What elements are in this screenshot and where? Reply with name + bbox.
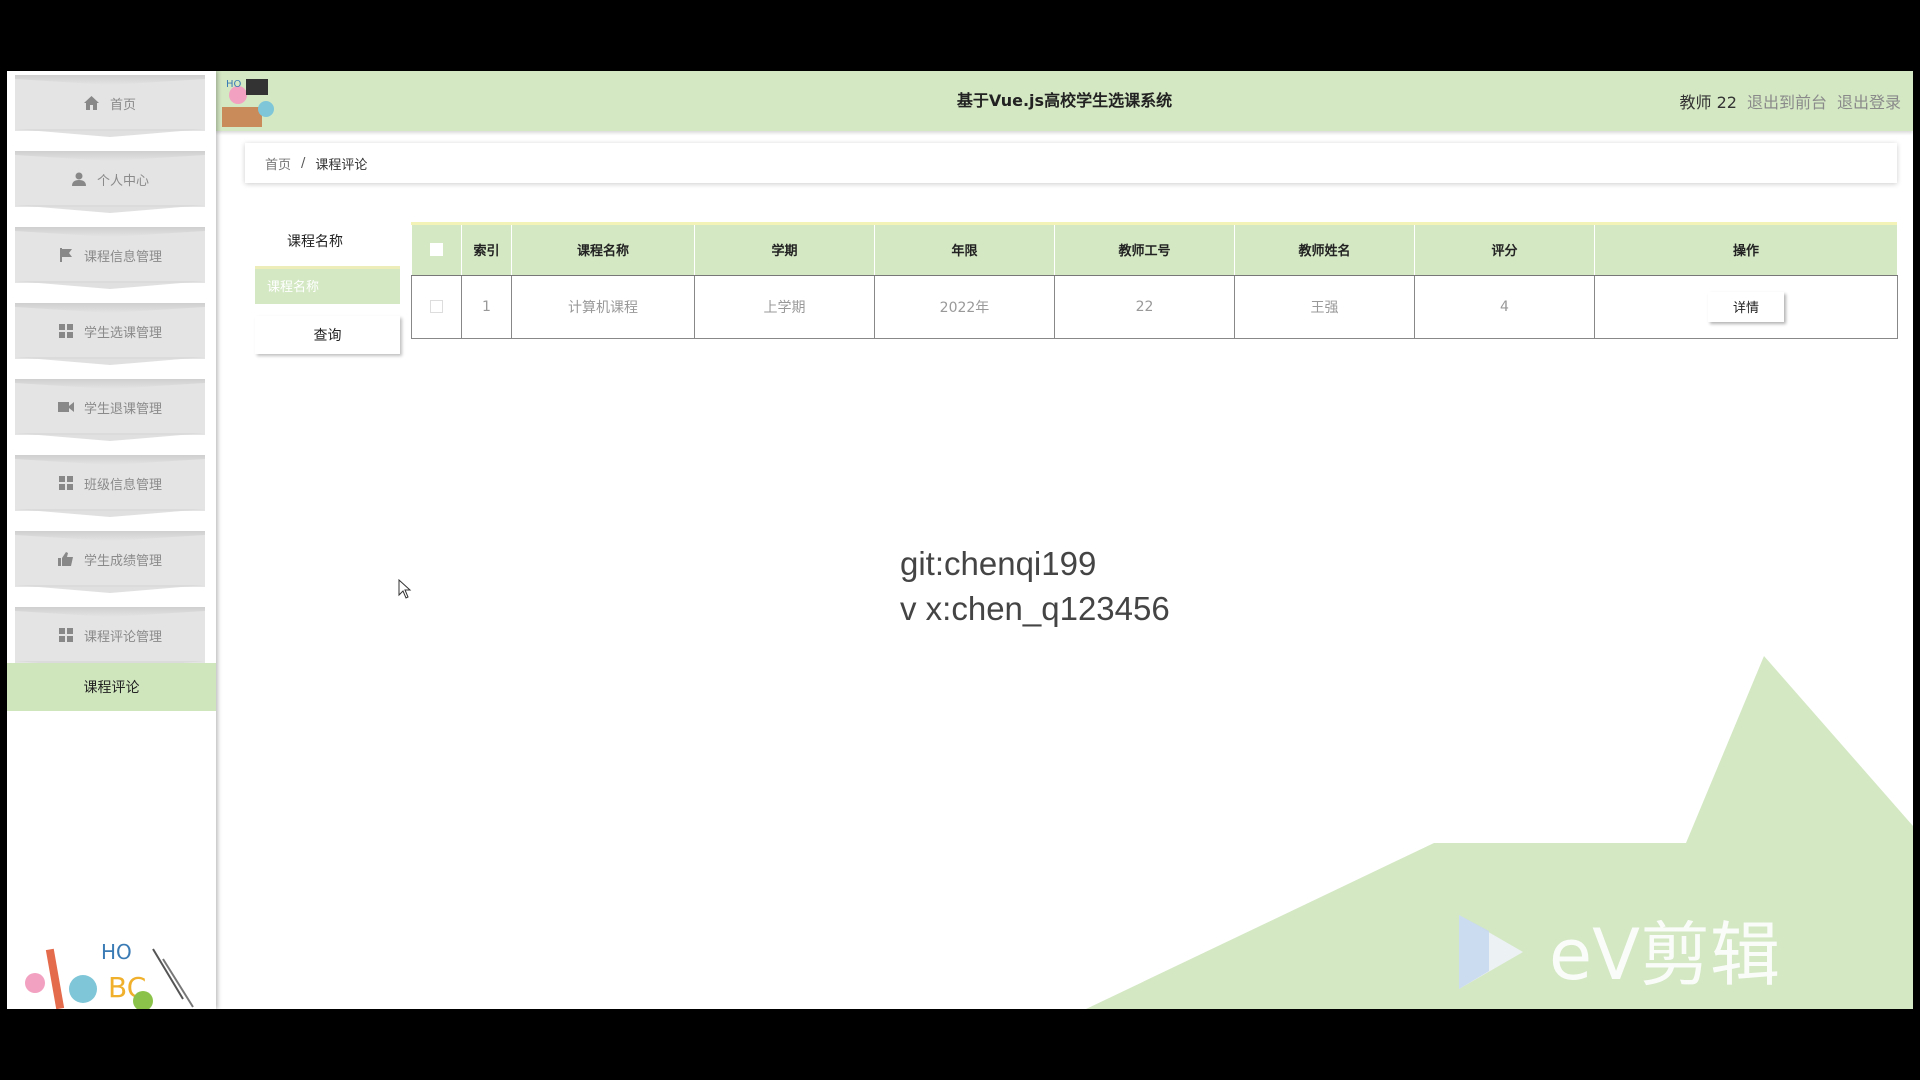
flag-icon [58, 247, 74, 263]
cell-score: 4 [1414, 275, 1595, 339]
grid-icon [58, 627, 74, 643]
back-to-front-link[interactable]: 退出到前台 [1747, 89, 1827, 113]
column-header: 教师姓名 [1234, 225, 1415, 276]
table-row: 1 计算机课程 上学期 2022年 22 王强 4 详情 [411, 275, 1898, 339]
sidebar-illustration: HO BC [25, 940, 194, 1009]
column-header: 课程名称 [511, 225, 695, 276]
sidebar-item-label: 学生退课管理 [83, 401, 162, 417]
sidebar-item-label: 课程信息管理 [83, 249, 162, 265]
sidebar-item-label: 班级信息管理 [83, 477, 162, 493]
sidebar-item-label: 个人中心 [96, 173, 149, 189]
svg-text:HO: HO [101, 940, 132, 964]
search-label: 课程名称 [287, 234, 343, 250]
home-icon [84, 95, 100, 111]
cell-year: 2022年 [874, 275, 1055, 339]
row-select-cell[interactable] [411, 275, 462, 339]
search-button[interactable]: 查询 [255, 316, 400, 354]
sidebar-item-profile[interactable]: 个人中心 [15, 151, 205, 207]
column-header: 教师工号 [1054, 225, 1235, 276]
column-header: 年限 [874, 225, 1055, 276]
thumbs-up-icon [58, 551, 74, 567]
cell-course-name: 计算机课程 [511, 275, 695, 339]
column-header: 评分 [1414, 225, 1595, 276]
top-header: HO 基于Vue.js高校学生选课系统 教师 22 退出到前台 退出登录 [216, 71, 1913, 131]
column-header: 索引 [461, 225, 512, 276]
detail-button[interactable]: 详情 [1708, 291, 1784, 322]
breadcrumb-separator: / [301, 155, 306, 171]
logout-link[interactable]: 退出登录 [1837, 89, 1901, 113]
ev-editor-watermark: eV剪辑 [1459, 914, 1780, 996]
watermark-line: v x:chen_q123456 [900, 590, 1170, 627]
mouse-cursor-icon [398, 579, 412, 599]
course-name-search-input[interactable] [255, 266, 400, 304]
breadcrumb-current: 课程评论 [315, 157, 368, 173]
current-user: 教师 22 [1679, 93, 1737, 112]
cell-action: 详情 [1594, 275, 1898, 339]
sidebar-item-course-drop[interactable]: 学生退课管理 [15, 379, 205, 435]
cell-teacher-name: 王强 [1234, 275, 1415, 339]
sidebar: 首页 个人中心 课程信息管理 学生选课管理 学生退课管理 班级信息管理 学生成绩… [7, 71, 216, 1009]
sidebar-item-grades[interactable]: 学生成绩管理 [15, 531, 205, 587]
ev-brand-text: eV剪辑 [1549, 914, 1780, 996]
cell-index: 1 [461, 275, 512, 339]
user-icon [71, 171, 87, 187]
sidebar-item-comment-manage[interactable]: 课程评论管理 [15, 607, 205, 663]
column-header: 学期 [694, 225, 875, 276]
sidebar-subitem-course-comment[interactable]: 课程评论 [7, 663, 216, 711]
column-header: 操作 [1594, 225, 1898, 276]
grid-icon [58, 323, 74, 339]
sidebar-item-course-info[interactable]: 课程信息管理 [15, 227, 205, 283]
header-user-area: 教师 22 退出到前台 退出登录 [1680, 71, 1901, 131]
breadcrumb-home[interactable]: 首页 [265, 154, 291, 173]
sidebar-item-home[interactable]: 首页 [15, 75, 205, 131]
watermark-line: git:chenqi199 [900, 545, 1097, 582]
table-header-row: 索引 课程名称 学期 年限 教师工号 教师姓名 评分 操作 [411, 225, 1898, 276]
select-all-header[interactable] [411, 225, 462, 276]
grid-icon [58, 475, 74, 491]
app-screen: 首页 个人中心 课程信息管理 学生选课管理 学生退课管理 班级信息管理 学生成绩… [7, 71, 1913, 1009]
decorative-background [1086, 656, 1913, 1009]
breadcrumb: 首页 / 课程评论 [245, 143, 1897, 183]
video-icon [57, 399, 74, 415]
sidebar-item-class-info[interactable]: 班级信息管理 [15, 455, 205, 511]
row-checkbox[interactable] [430, 300, 443, 313]
sidebar-item-label: 学生成绩管理 [83, 553, 162, 569]
sidebar-item-label: 课程评论管理 [83, 629, 162, 645]
sidebar-item-label: 首页 [109, 97, 136, 113]
cell-term: 上学期 [694, 275, 875, 339]
sidebar-item-course-selection[interactable]: 学生选课管理 [15, 303, 205, 359]
cell-teacher-id: 22 [1054, 275, 1235, 339]
sidebar-item-label: 学生选课管理 [83, 325, 162, 341]
comments-table: 索引 课程名称 学期 年限 教师工号 教师姓名 评分 操作 1 计算机课程 上学… [411, 222, 1898, 339]
watermark-text: git:chenqi199 v x:chen_q123456 [900, 541, 1170, 631]
app-title: 基于Vue.js高校学生选课系统 [956, 91, 1173, 110]
select-all-checkbox[interactable] [429, 243, 443, 257]
